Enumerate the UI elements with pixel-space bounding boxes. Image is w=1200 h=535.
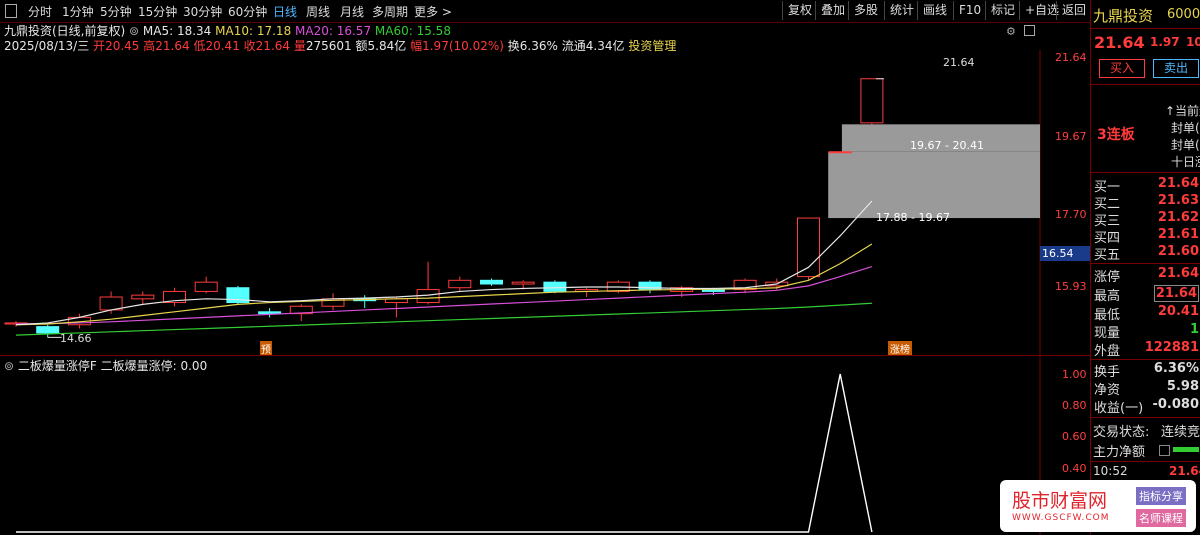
- period-tab[interactable]: 60分钟: [228, 3, 267, 20]
- period-tab[interactable]: 15分钟: [138, 3, 177, 20]
- quote-panel: 九鼎投资 600053 21.64 1.97 10 买入 卖出 3连板 ↑当前封…: [1090, 0, 1200, 535]
- indicator-tick: 0.60: [1062, 430, 1087, 443]
- ma20-label: MA20: 16.57: [295, 24, 372, 38]
- kline-chart[interactable]: [0, 50, 1090, 355]
- high-annotation: 21.64: [943, 56, 975, 69]
- maximize-icon[interactable]: [1024, 25, 1035, 36]
- indicator-tick: 0.80: [1062, 399, 1087, 412]
- trade-status: 连续竞: [1161, 425, 1200, 440]
- bid-row: 买四 21.61: [1094, 227, 1199, 246]
- multi-stock-button[interactable]: 多股: [848, 1, 883, 20]
- stats-button[interactable]: 统计: [884, 1, 919, 20]
- menu-icon[interactable]: [5, 4, 17, 18]
- period-toolbar: 分时 1分钟 5分钟 15分钟 30分钟 60分钟 日线 周线 月线 多周期 更…: [0, 0, 1090, 23]
- indicator-tick: 1.00: [1062, 368, 1087, 381]
- range-annotation-lower: 17.88 - 19.67: [876, 211, 950, 224]
- watermark-tag1: 指标分享: [1136, 487, 1186, 505]
- period-tab[interactable]: 5分钟: [100, 3, 132, 20]
- ma60-line: [15, 302, 872, 336]
- indicator-line: [16, 373, 873, 533]
- bid-row: 买三 21.62: [1094, 210, 1199, 229]
- price-tick: 17.70: [1055, 208, 1087, 221]
- ma5-label: MA5: 18.34: [142, 24, 212, 38]
- watermark-title: 股市财富网: [1012, 490, 1108, 512]
- indicator-chart[interactable]: [0, 356, 1090, 535]
- price-tick: 21.64: [1055, 51, 1087, 64]
- f10-button[interactable]: F10: [953, 1, 986, 20]
- stat-row: 现量 1: [1094, 322, 1199, 341]
- settings-icon[interactable]: ⚙: [1006, 25, 1016, 38]
- overlay-button[interactable]: 叠加: [815, 1, 850, 20]
- sub-line: 十日涨: [1171, 155, 1200, 169]
- stock-name: 九鼎投资: [1093, 7, 1154, 25]
- price-pct: 10: [1186, 35, 1200, 49]
- mark-button[interactable]: 标记: [985, 1, 1020, 20]
- bid-row: 买五 21.60: [1094, 244, 1199, 263]
- period-tab[interactable]: 30分钟: [183, 3, 222, 20]
- candle: [36, 326, 60, 334]
- stat2-row: 收益(一) -0.080: [1094, 397, 1199, 416]
- limit-up-marker: 涨榜: [888, 341, 912, 356]
- candle: [543, 281, 567, 292]
- site-watermark: 股市财富网 WWW.GSCFW.COM 指标分享 名师课程: [1000, 480, 1196, 532]
- sub-line: 封单(: [1171, 121, 1200, 135]
- stat-row: 涨停 21.64: [1094, 266, 1199, 285]
- sell-button[interactable]: 卖出: [1153, 59, 1199, 78]
- stat-row: 最高 21.64: [1094, 285, 1199, 304]
- watermark-tag2: 名师课程: [1136, 509, 1186, 527]
- period-tab[interactable]: 周线: [306, 3, 330, 20]
- candle: [860, 78, 884, 124]
- stock-code: 600053: [1167, 7, 1200, 22]
- chart-title: 九鼎投资(日线,前复权): [4, 24, 126, 38]
- flow-detail-icon[interactable]: [1159, 445, 1170, 456]
- candle: [828, 151, 852, 154]
- bid-row: 买一 21.64: [1094, 176, 1199, 195]
- candle: [194, 281, 218, 292]
- sub-line: 封单(: [1171, 138, 1200, 152]
- period-tab[interactable]: 多周期: [372, 3, 408, 20]
- stat-row: 外盘 122881: [1094, 340, 1199, 359]
- period-tab-active[interactable]: 日线: [273, 3, 297, 20]
- period-tab[interactable]: 更多 >: [414, 3, 452, 20]
- stat2-row: 换手 6.36%: [1094, 361, 1199, 380]
- pre-marker: 预: [260, 341, 272, 356]
- tick-time: 10:52: [1093, 464, 1128, 478]
- ma10-label: MA10: 17.18: [215, 24, 292, 38]
- tick-price: 21.64: [1169, 464, 1200, 478]
- streak-badge: 3连板: [1097, 127, 1135, 143]
- watermark-url: WWW.GSCFW.COM: [1012, 513, 1110, 523]
- range-annotation-upper: 19.67 - 20.41: [910, 139, 984, 152]
- period-tab[interactable]: 1分钟: [62, 3, 94, 20]
- fuquan-button[interactable]: 复权: [782, 1, 817, 20]
- main-flow-label: 主力净额: [1093, 445, 1146, 460]
- candle: [258, 311, 282, 315]
- gap-range-box: [828, 151, 1040, 219]
- period-tab[interactable]: 分时: [28, 3, 52, 20]
- stat-row: 最低 20.41: [1094, 304, 1199, 323]
- candle: [511, 281, 535, 285]
- low-annotation: 14.66: [60, 332, 92, 345]
- indicator-tick: 0.40: [1062, 462, 1087, 475]
- candle: [480, 279, 503, 285]
- candle: [448, 279, 472, 289]
- stat2-row: 净资 5.98: [1094, 379, 1199, 398]
- price-change: 1.97: [1150, 35, 1180, 49]
- ma60-label: MA60: 15.58: [374, 24, 451, 38]
- candle: [131, 294, 155, 300]
- price-tick: 15.93: [1055, 280, 1087, 293]
- trade-status-label: 交易状态:: [1093, 425, 1150, 440]
- back-button[interactable]: 返回: [1056, 1, 1091, 20]
- draw-button[interactable]: 画线: [917, 1, 952, 20]
- sub-line: ↑当前封: [1165, 104, 1200, 118]
- collapse-icon[interactable]: ⊚: [129, 24, 139, 38]
- period-tab[interactable]: 月线: [340, 3, 364, 20]
- current-price-tag: 16.54: [1040, 246, 1092, 261]
- bid-row: 买二 21.63: [1094, 193, 1199, 212]
- main-flow-bar: [1173, 447, 1199, 452]
- price-tick: 19.67: [1055, 130, 1087, 143]
- buy-button[interactable]: 买入: [1099, 59, 1145, 78]
- last-price: 21.64: [1094, 33, 1145, 52]
